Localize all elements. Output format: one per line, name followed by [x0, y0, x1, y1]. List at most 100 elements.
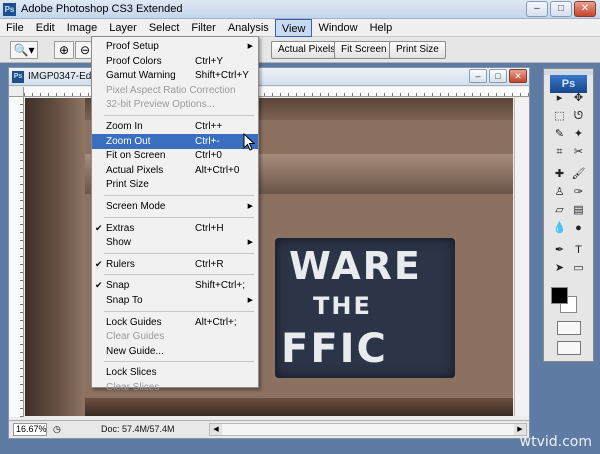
doc-close-button[interactable]: ✕: [509, 69, 527, 83]
view-menu-item-new-guide[interactable]: New Guide...: [92, 344, 258, 359]
submenu-arrow-icon: ▶: [247, 239, 253, 247]
menu-select[interactable]: Select: [143, 19, 186, 37]
view-menu-dropdown: Proof Setup ▶ Proof Colors Ctrl+Y Gamut Warn…: [91, 36, 259, 393]
menu-edit[interactable]: Edit: [30, 19, 61, 37]
photoshop-app-icon: Ps: [3, 3, 16, 16]
quick-mask-button[interactable]: [557, 321, 581, 335]
marquee-tool-icon[interactable]: ⬚: [551, 109, 568, 124]
view-menu-item-screen-mode[interactable]: Screen Mode ▶: [92, 199, 258, 214]
submenu-arrow-icon: ▶: [247, 297, 253, 304]
tools-panel: Ps ▸ ✥ ⬚ ᘎ ✎ ✦ ⌗ ✂ ✚ 🖌 ♙ ✑ ▱ ▤ 💧 ● ✒ T ➤…: [543, 68, 594, 362]
healing-brush-tool-icon[interactable]: ✚: [551, 167, 568, 182]
actual-pixels-button[interactable]: Actual Pixels: [271, 41, 343, 59]
menu-item-shortcut: Ctrl+-: [195, 135, 220, 147]
move-tool-icon[interactable]: ▸: [551, 91, 568, 106]
clone-stamp-tool-icon[interactable]: ♙: [551, 185, 568, 200]
menu-separator: [104, 195, 254, 196]
view-menu-item-extras[interactable]: ✔ Extras Ctrl+H: [92, 221, 258, 236]
status-info-icon[interactable]: ◷: [53, 424, 61, 435]
view-menu-item-snap[interactable]: ✔ Snap Shift+Ctrl+;: [92, 278, 258, 293]
view-menu-item-rulers[interactable]: ✔ Rulers Ctrl+R: [92, 257, 258, 272]
gradient-tool-icon[interactable]: ▤: [570, 203, 587, 218]
menu-window[interactable]: Window: [312, 19, 363, 37]
menu-item-label: Extras: [106, 222, 135, 234]
crop-tool-icon[interactable]: ⌗: [551, 145, 568, 160]
history-brush-tool-icon[interactable]: ✑: [570, 185, 587, 200]
shape-tool-icon[interactable]: ▭: [570, 261, 587, 276]
horizontal-scrollbar[interactable]: ◀ ▶: [209, 423, 527, 436]
move-arrow-icon[interactable]: ✥: [570, 91, 587, 106]
type-tool-icon[interactable]: T: [570, 243, 587, 258]
mouse-cursor-icon: [243, 133, 255, 151]
pen-tool-icon[interactable]: ✒: [551, 243, 568, 258]
path-selection-tool-icon[interactable]: ➤: [551, 261, 568, 276]
photo-pillar: [25, 98, 85, 416]
vertical-ruler[interactable]: [9, 97, 24, 417]
menu-separator: [104, 361, 254, 363]
print-size-button[interactable]: Print Size: [389, 41, 446, 59]
close-button[interactable]: ✕: [574, 1, 596, 17]
view-menu-item-actual-pixels[interactable]: Actual Pixels Alt+Ctrl+0: [92, 163, 258, 178]
view-menu-item-gamut-warning[interactable]: Gamut Warning Shift+Ctrl+Y: [92, 68, 258, 83]
menu-item-label: Proof Colors: [106, 55, 162, 67]
menu-item-label: Zoom Out: [106, 135, 151, 147]
menu-image[interactable]: Image: [61, 19, 104, 37]
doc-maximize-button[interactable]: □: [489, 69, 507, 83]
maximize-button[interactable]: □: [550, 1, 572, 17]
menu-item-shortcut: Alt+Ctrl+0: [195, 164, 240, 176]
menu-separator: [104, 115, 254, 116]
zoom-tool-preset-picker[interactable]: 🔍▾: [10, 41, 38, 59]
sign-text-line-2: THE: [313, 292, 372, 320]
document-size[interactable]: Doc: 57.4M/57.4M: [101, 424, 175, 434]
view-menu-item-show[interactable]: Show ▶: [92, 235, 258, 250]
view-menu-item-lock-guides[interactable]: Lock Guides Alt+Ctrl+;: [92, 315, 258, 330]
menu-item-label: Print Size: [106, 179, 149, 191]
menu-item-shortcut: Ctrl+H: [195, 222, 224, 234]
view-menu-item-zoom-out[interactable]: Zoom Out Ctrl+-: [92, 133, 258, 149]
brush-tool-icon[interactable]: 🖌: [570, 167, 587, 182]
quick-selection-tool-icon[interactable]: ✎: [551, 127, 568, 142]
foreground-color-swatch[interactable]: [551, 287, 568, 304]
menu-item-shortcut: Ctrl++: [195, 121, 223, 132]
menu-item-label: Clear Slices: [106, 382, 160, 393]
view-menu-item-zoom-in[interactable]: Zoom In Ctrl++: [92, 119, 258, 134]
menu-item-label: Snap To: [106, 295, 143, 306]
magic-wand-tool-icon[interactable]: ✦: [570, 127, 587, 142]
menu-item-shortcut: Ctrl+Y: [195, 55, 224, 67]
minimize-button[interactable]: –: [526, 1, 548, 17]
ruler-origin[interactable]: [9, 87, 24, 97]
lasso-tool-icon[interactable]: ᘎ: [570, 109, 587, 124]
view-menu-item-proof-setup[interactable]: Proof Setup ▶: [92, 39, 258, 54]
menu-item-label: Pixel Aspect Ratio Correction: [106, 84, 236, 96]
document-title-bar[interactable]: Ps IMGP0347-Edit – □ ✕: [9, 68, 529, 86]
slice-tool-icon[interactable]: ✂: [570, 145, 587, 160]
view-menu-item-print-size[interactable]: Print Size: [92, 177, 258, 192]
menu-filter[interactable]: Filter: [185, 19, 221, 37]
view-menu-item-lock-slices[interactable]: Lock Slices: [92, 365, 258, 380]
doc-minimize-button[interactable]: –: [469, 69, 487, 83]
fit-screen-button[interactable]: Fit Screen: [334, 41, 394, 59]
menu-item-label: Snap: [106, 280, 130, 292]
screen-mode-button[interactable]: [557, 341, 581, 355]
menu-item-label: Proof Setup: [106, 41, 159, 52]
eraser-tool-icon[interactable]: ▱: [551, 203, 568, 218]
view-menu-item-fit-on-screen[interactable]: Fit on Screen Ctrl+0: [92, 148, 258, 163]
dodge-tool-icon[interactable]: ●: [570, 221, 587, 236]
menu-view[interactable]: View: [274, 19, 313, 37]
menu-item-label: Lock Guides: [106, 316, 162, 328]
submenu-arrow-icon: ▶: [247, 203, 253, 210]
scroll-left-icon[interactable]: ◀: [210, 424, 222, 435]
menu-item-shortcut: Alt+Ctrl+;: [195, 316, 237, 328]
zoom-in-icon[interactable]: ⊕: [54, 41, 74, 59]
view-menu-item-snap-to[interactable]: Snap To ▶: [92, 293, 258, 308]
view-menu-item-proof-colors[interactable]: Proof Colors Ctrl+Y: [92, 54, 258, 69]
menu-layer[interactable]: Layer: [103, 19, 143, 37]
menu-help[interactable]: Help: [364, 19, 399, 37]
menu-analysis[interactable]: Analysis: [222, 19, 275, 37]
zoom-level-field[interactable]: 16.67%: [13, 423, 47, 436]
menu-item-shortcut: Ctrl+0: [195, 150, 222, 162]
blur-tool-icon[interactable]: 💧: [551, 221, 568, 236]
menu-file[interactable]: File: [0, 19, 30, 37]
vertical-scrollbar[interactable]: [514, 98, 529, 416]
menu-item-label: 32-bit Preview Options...: [106, 99, 215, 111]
